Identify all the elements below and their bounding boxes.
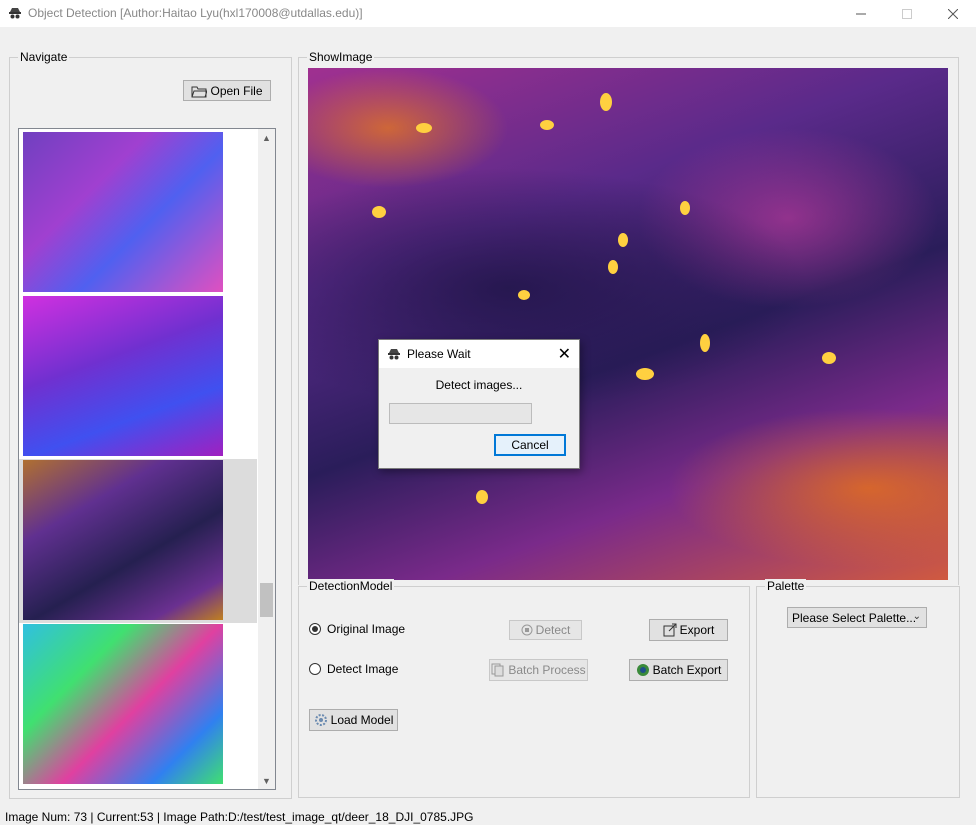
batch-export-icon	[636, 664, 649, 676]
gear-icon	[314, 714, 327, 726]
close-icon	[948, 8, 958, 19]
export-button[interactable]: Export	[649, 619, 728, 641]
status-bar: Image Num: 73 | Current:53 | Image Path:…	[5, 810, 474, 824]
thumbnail-2[interactable]	[23, 296, 223, 456]
thumbnail-4[interactable]	[23, 624, 223, 784]
batch-process-icon	[491, 663, 504, 677]
load-model-button[interactable]: Load Model	[309, 709, 398, 731]
thermal-image-view[interactable]	[308, 68, 948, 580]
thumbnail-3[interactable]	[23, 460, 223, 620]
scroll-down-icon[interactable]: ▼	[258, 772, 275, 789]
close-icon[interactable]: ✕	[558, 344, 571, 364]
open-file-label: Open File	[210, 83, 263, 98]
minimize-button[interactable]	[838, 0, 884, 27]
thumbnail-1[interactable]	[23, 132, 223, 292]
detect-image-label: Detect Image	[327, 662, 399, 676]
spy-app-icon	[9, 8, 21, 19]
minimize-icon	[856, 13, 866, 14]
scroll-up-icon[interactable]: ▲	[258, 129, 275, 146]
navigate-label: Navigate	[18, 50, 70, 64]
radio-circle	[309, 623, 321, 635]
export-label: Export	[679, 623, 715, 637]
dialog-message: Detect images...	[435, 378, 523, 392]
detect-icon	[521, 624, 533, 636]
detectionmodel-group: DetectionModel	[298, 579, 750, 798]
radio-dot	[312, 626, 318, 632]
maximize-button[interactable]	[884, 0, 930, 27]
open-file-button[interactable]: Open File	[183, 80, 271, 101]
palette-select-value: Please Select Palette...	[792, 610, 917, 625]
batch-export-button[interactable]: Batch Export	[629, 659, 728, 681]
showimage-label: ShowImage	[307, 50, 375, 64]
window-title: Object Detection [Author:Haitao Lyu(hxl1…	[28, 6, 363, 20]
scrollbar-thumb[interactable]	[260, 583, 273, 617]
detectionmodel-label: DetectionModel	[307, 579, 395, 593]
cancel-button[interactable]: Cancel	[494, 434, 566, 456]
thumbnail-scrollbar[interactable]: ▲ ▼	[258, 129, 275, 789]
batch-process-button[interactable]: Batch Process	[489, 659, 588, 681]
original-image-radio[interactable]: Original Image	[309, 622, 405, 636]
dialog-title: Please Wait	[407, 347, 471, 361]
detect-image-radio[interactable]: Detect Image	[309, 662, 398, 676]
export-icon	[663, 623, 677, 637]
cancel-label: Cancel	[511, 438, 549, 452]
title-bar: Object Detection [Author:Haitao Lyu(hxl1…	[0, 0, 976, 27]
radio-circle	[309, 663, 321, 675]
batch-process-label: Batch Process	[508, 663, 586, 677]
detect-label: Detect	[535, 623, 571, 637]
folder-icon	[191, 86, 208, 97]
palette-label: Palette	[765, 579, 807, 593]
close-button[interactable]	[930, 0, 976, 27]
please-wait-dialog: Please Wait ✕ Detect images... Cancel	[378, 339, 580, 469]
maximize-icon	[902, 8, 912, 19]
progress-bar	[389, 403, 532, 424]
load-model-label: Load Model	[330, 713, 394, 727]
spy-app-icon	[388, 349, 400, 360]
chevron-down-icon: ⌄	[912, 611, 921, 622]
dialog-title-bar: Please Wait ✕	[379, 340, 579, 368]
thumbnail-list[interactable]: ▲ ▼	[18, 128, 276, 790]
original-image-label: Original Image	[327, 622, 406, 636]
palette-select[interactable]: Please Select Palette... ⌄	[787, 607, 927, 628]
batch-export-label: Batch Export	[652, 663, 722, 677]
detect-button[interactable]: Detect	[509, 620, 582, 640]
